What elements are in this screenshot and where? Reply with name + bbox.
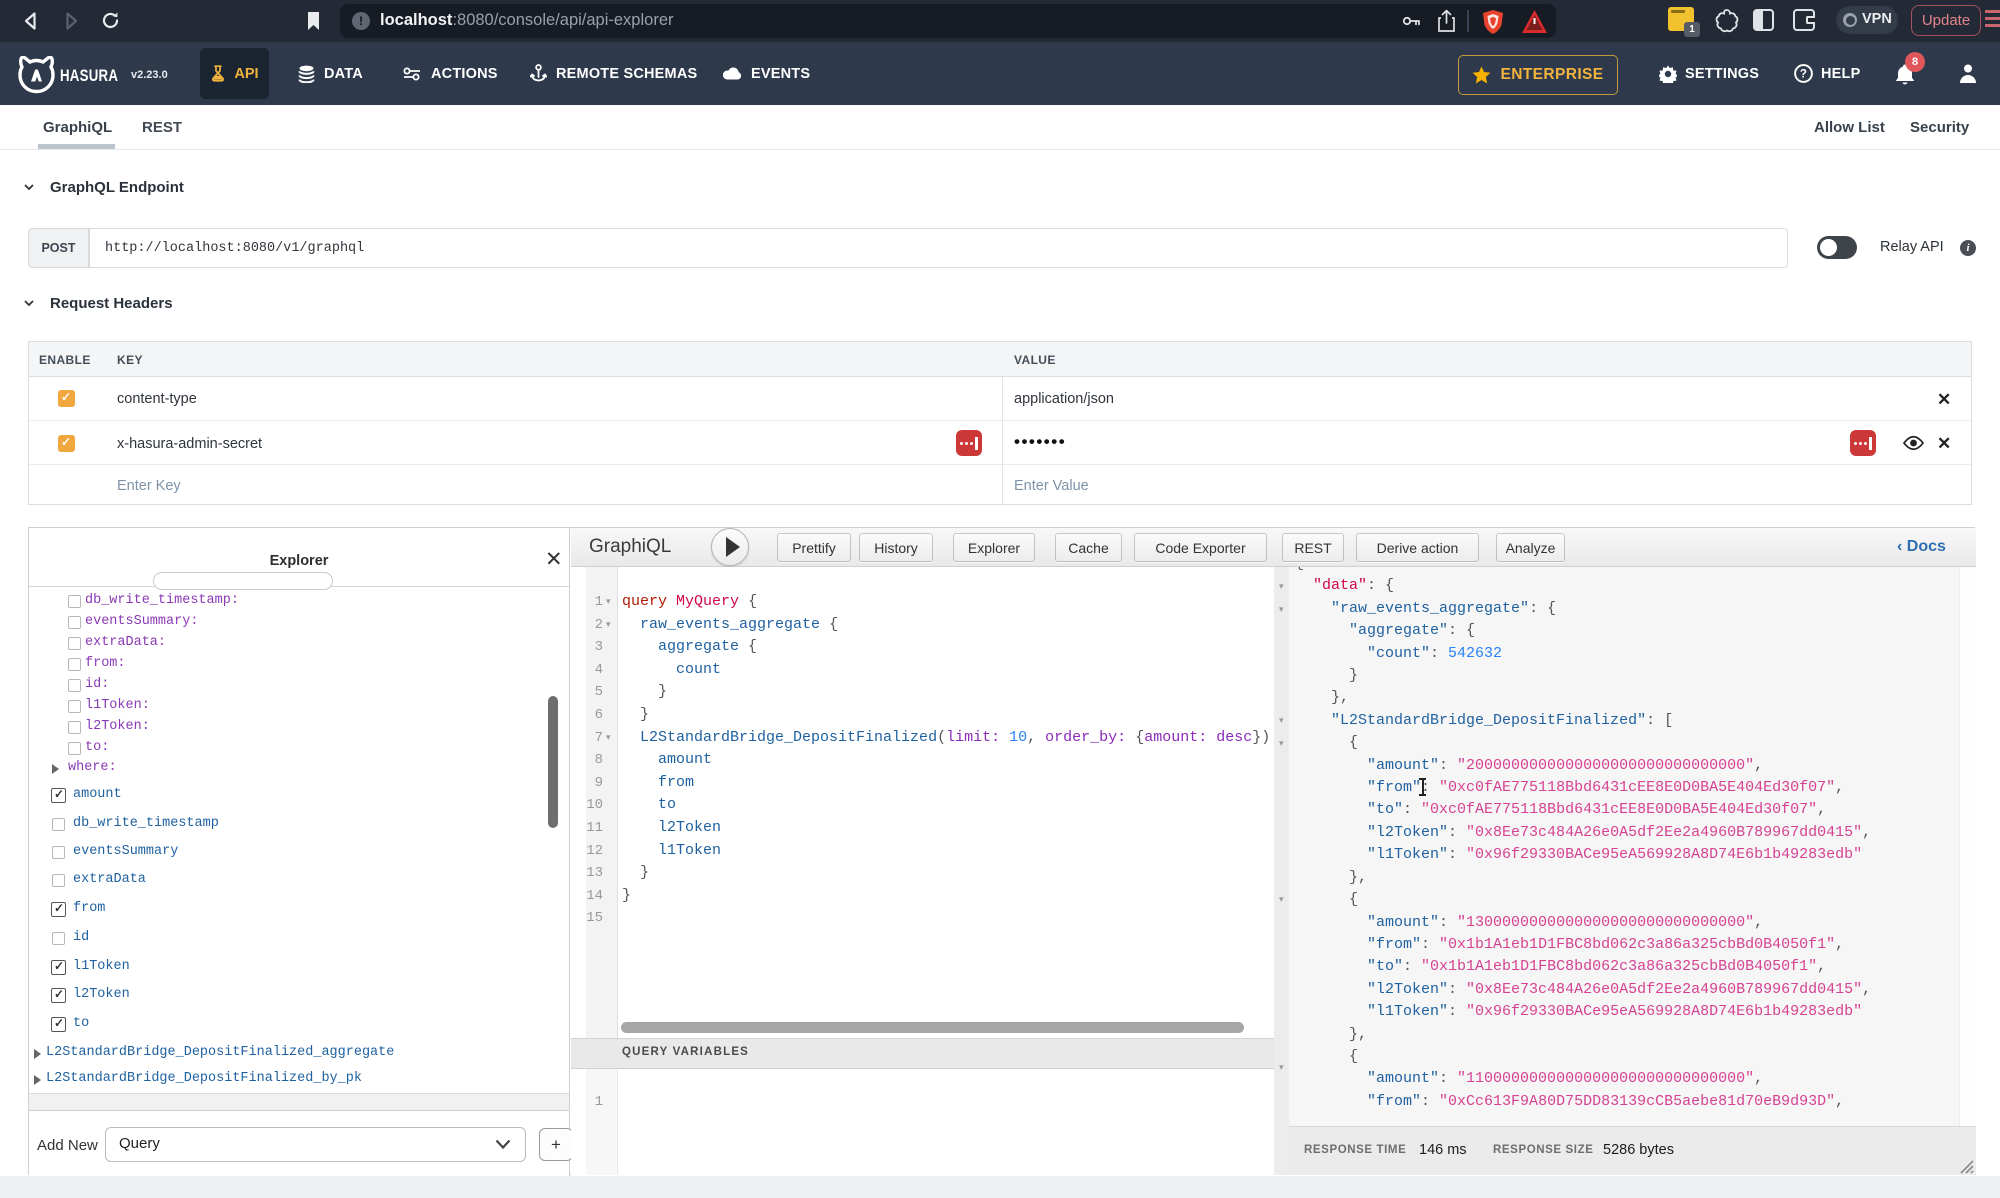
svg-text:?: ?	[1800, 69, 1807, 81]
